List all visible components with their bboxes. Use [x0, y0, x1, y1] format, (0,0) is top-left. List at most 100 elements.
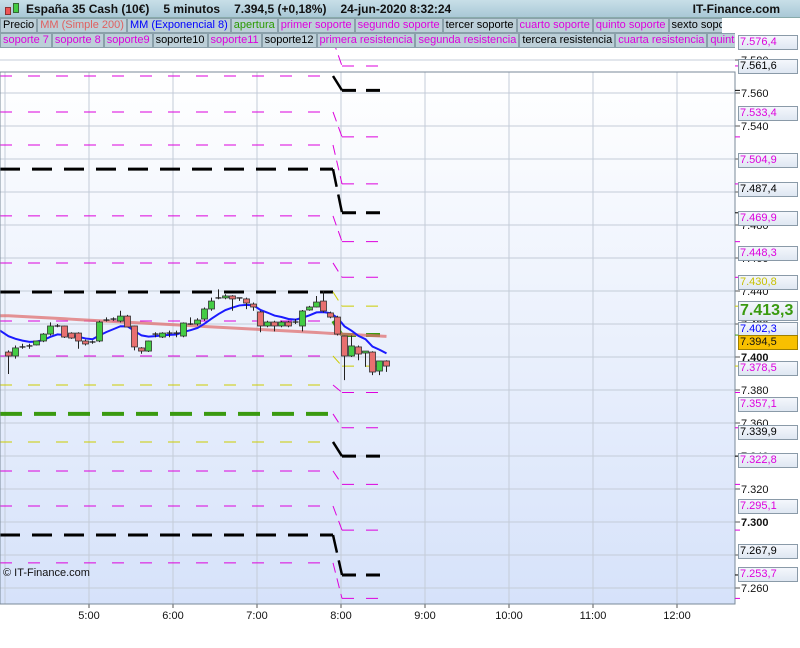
- legend-item[interactable]: segunda resistencia: [415, 33, 520, 48]
- candle-body: [82, 340, 89, 345]
- candle-body: [327, 312, 334, 318]
- x-tick-label: 8:00: [330, 610, 351, 622]
- candle-body: [159, 332, 166, 338]
- legend-item[interactable]: primer soporte: [277, 18, 355, 33]
- price-level-label: 7.504,9: [738, 152, 798, 168]
- x-tick-label: 12:00: [663, 610, 691, 622]
- legend-item[interactable]: quinta resistencia: [707, 33, 735, 48]
- x-tick-label: 11:00: [580, 610, 607, 622]
- x-tick-label: 5:00: [78, 610, 99, 622]
- datetime: 24-jun-2020 8:32:24: [340, 1, 452, 16]
- candle-body: [47, 325, 54, 335]
- x-tick-label: 10:00: [495, 610, 523, 622]
- legend-item[interactable]: segundo soporte: [354, 18, 443, 33]
- candle-body: [355, 346, 362, 355]
- legend-item[interactable]: cuarta resistencia: [615, 33, 708, 48]
- legend-item[interactable]: MM (Simple 200): [37, 18, 127, 33]
- price-level-label: 7.394,5: [738, 335, 798, 351]
- price-level-label: 7.487,4: [738, 181, 798, 197]
- candle-body: [180, 322, 187, 337]
- legend-item[interactable]: cuarto soporte: [516, 18, 593, 33]
- y-tick-label: 7.560: [741, 88, 769, 100]
- x-tick-label: 6:00: [162, 610, 183, 622]
- candle-body: [229, 295, 236, 300]
- price-level-label: 7.413,3: [738, 301, 798, 322]
- legend-item[interactable]: sexto soporte: [668, 18, 722, 33]
- price-change: 7.394,5 (+0,18%): [234, 1, 327, 16]
- price-level-label: 7.378,5: [738, 361, 798, 377]
- plot-area: [0, 72, 735, 604]
- candle-body: [285, 321, 292, 327]
- price-level-label: 7.533,4: [738, 105, 798, 121]
- legend-item[interactable]: soporte 7: [0, 33, 52, 48]
- candle-body: [117, 315, 124, 322]
- price-level-label: 7.561,6: [738, 59, 798, 75]
- candle-body: [201, 308, 208, 320]
- candle-body: [33, 340, 40, 346]
- level-connector: [335, 48, 343, 67]
- watermark: © IT-Finance.com: [3, 567, 90, 579]
- legend-item[interactable]: apertura: [230, 18, 278, 33]
- legend-item[interactable]: soporte12: [261, 33, 317, 48]
- legend-item[interactable]: soporte9: [103, 33, 153, 48]
- candle-body: [222, 295, 229, 299]
- y-tick-label: 7.260: [741, 583, 769, 595]
- legend-item[interactable]: tercer soporte: [442, 18, 517, 33]
- candle-body: [271, 321, 278, 327]
- timeframe: 5 minutos: [163, 1, 221, 16]
- candle-body: [250, 303, 257, 308]
- instrument-name: España 35 Cash (10€): [26, 1, 150, 16]
- candle-body: [12, 347, 19, 357]
- candle-body: [376, 360, 383, 372]
- candle-body: [299, 310, 306, 327]
- candle-body: [194, 319, 201, 325]
- y-tick-label: 7.540: [741, 121, 769, 133]
- x-tick-label: 7:00: [246, 610, 267, 622]
- candle-body: [40, 333, 47, 342]
- candle-body: [145, 340, 152, 352]
- candle-body: [257, 311, 264, 327]
- price-level-label: 7.576,4: [738, 34, 798, 50]
- candle-body: [61, 325, 68, 338]
- candle-body: [278, 321, 285, 327]
- price-chart[interactable]: 7.2607.2807.3007.3207.3407.3607.3807.400…: [0, 48, 800, 648]
- price-level-label: 7.267,9: [738, 543, 798, 559]
- price-level-label: 7.430,8: [738, 275, 798, 291]
- candle-body: [138, 347, 145, 352]
- legend-item[interactable]: Precio: [0, 18, 38, 33]
- candle-body: [341, 335, 348, 357]
- price-level-label: 7.253,7: [738, 567, 798, 583]
- candlestick-logo-icon: [2, 1, 22, 17]
- legend-item[interactable]: soporte11: [207, 33, 262, 48]
- candle-body: [75, 332, 82, 342]
- price-level-label: 7.357,1: [738, 396, 798, 412]
- price-level-label: 7.295,1: [738, 499, 798, 515]
- y-tick-label: 7.300: [741, 517, 769, 529]
- price-level-label: 7.322,8: [738, 453, 798, 469]
- candle-body: [313, 301, 320, 308]
- x-tick-label: 9:00: [414, 610, 435, 622]
- legend-row-1: Precio MM (Simple 200) MM (Exponencial 8) a…: [0, 18, 722, 33]
- legend-item[interactable]: MM (Exponencial 8): [126, 18, 231, 33]
- candle-body: [362, 350, 369, 354]
- legend-item[interactable]: tercera resistencia: [519, 33, 616, 48]
- legend-item[interactable]: quinto soporte: [592, 18, 669, 33]
- candle-body: [96, 321, 103, 342]
- candle-body: [208, 300, 215, 310]
- candle-body: [306, 306, 313, 311]
- legend-item[interactable]: primera resistencia: [316, 33, 416, 48]
- y-tick-label: 7.320: [741, 484, 769, 496]
- candle-body: [320, 300, 327, 312]
- candle-body: [348, 345, 355, 357]
- candle-body: [383, 360, 390, 367]
- title-bar: España 35 Cash (10€) 5 minutos 7.394,5 (…: [0, 0, 800, 18]
- legend-item[interactable]: soporte10: [152, 33, 208, 48]
- candle-body: [243, 298, 250, 304]
- candle-body: [124, 315, 131, 328]
- candle-body: [264, 321, 271, 327]
- candle-body: [68, 332, 75, 339]
- legend-item[interactable]: soporte 8: [51, 33, 104, 48]
- price-level-label: 7.469,9: [738, 210, 798, 226]
- candle-body: [131, 325, 138, 348]
- y-tick-label: 7.380: [741, 385, 769, 397]
